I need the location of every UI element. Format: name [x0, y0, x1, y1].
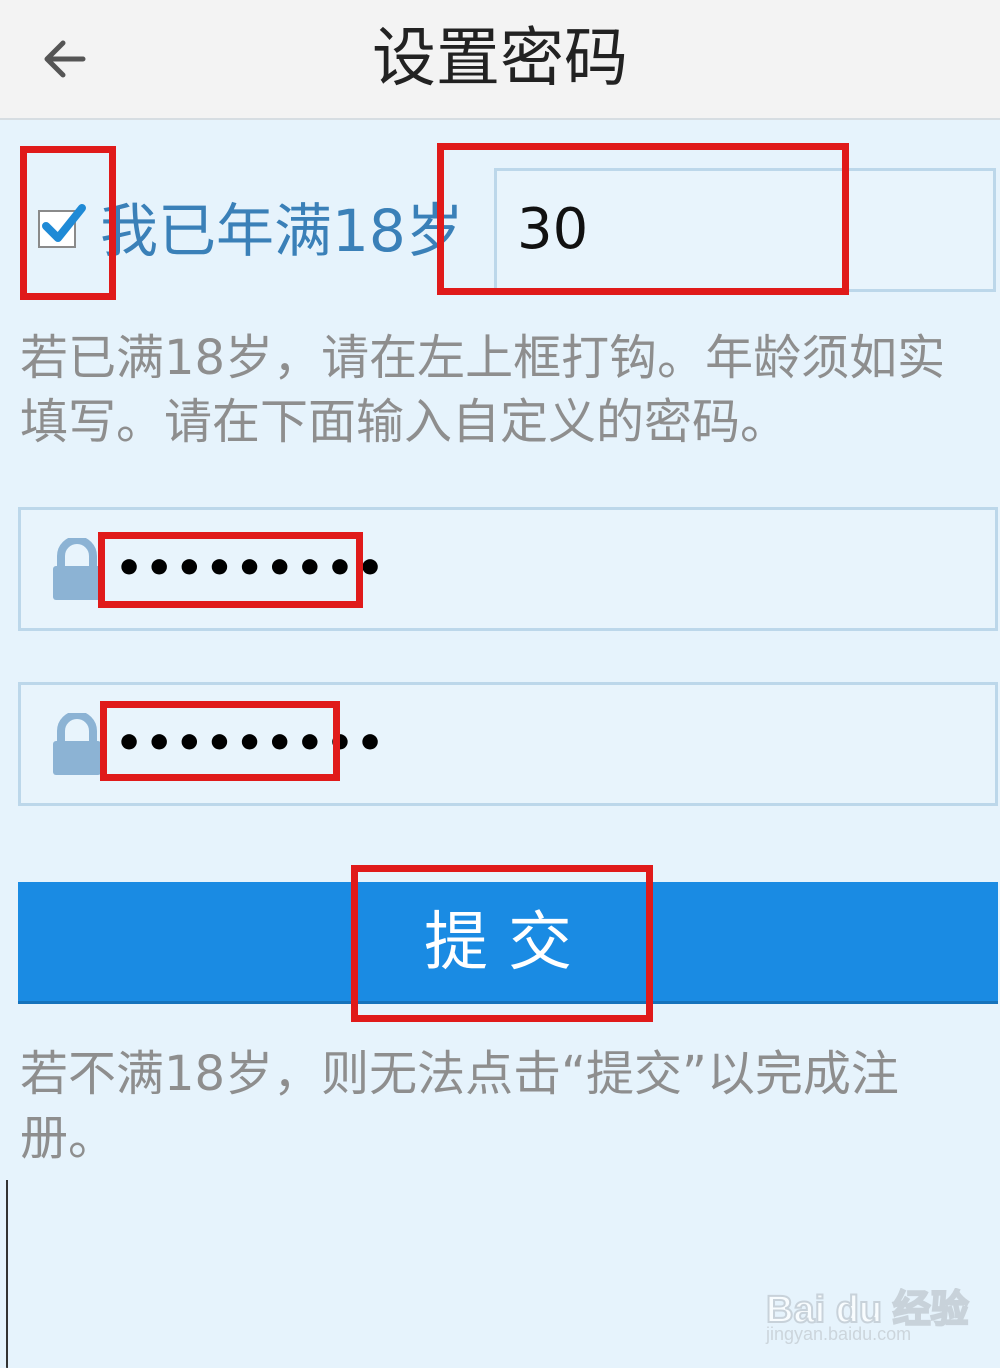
- check-icon: [42, 204, 86, 242]
- age-input[interactable]: 30: [494, 168, 996, 292]
- age-confirm-label[interactable]: 我已年满18岁: [100, 196, 464, 266]
- lock-icon: [53, 538, 101, 600]
- password-value: •••••••••: [115, 543, 387, 594]
- instruction-text: 若已满18岁，请在左上框打钩。年龄须如实填写。请在下面输入自定义的密码。: [20, 330, 946, 450]
- page-title: 设置密码: [372, 22, 628, 96]
- top-app-bar: 设置密码: [0, 0, 1000, 120]
- watermark-url: jingyan.baidu.com: [766, 1324, 912, 1344]
- submit-button[interactable]: 提交: [18, 882, 998, 1004]
- arrow-left-icon: [44, 40, 86, 78]
- age-restriction-note: 若不满18岁，则无法点击“提交”以完成注册。: [20, 1046, 899, 1166]
- age-confirm-checkbox[interactable]: [38, 204, 86, 248]
- lock-icon: [53, 713, 101, 775]
- device-edge: [0, 1180, 8, 1368]
- back-button[interactable]: [30, 24, 100, 94]
- baidu-jingyan-watermark: Bai du 经验 jingyan.baidu.com: [765, 1262, 986, 1352]
- confirm-password-value: •••••••••: [115, 718, 387, 769]
- password-field[interactable]: •••••••••: [18, 507, 998, 631]
- confirm-password-field[interactable]: •••••••••: [18, 682, 998, 806]
